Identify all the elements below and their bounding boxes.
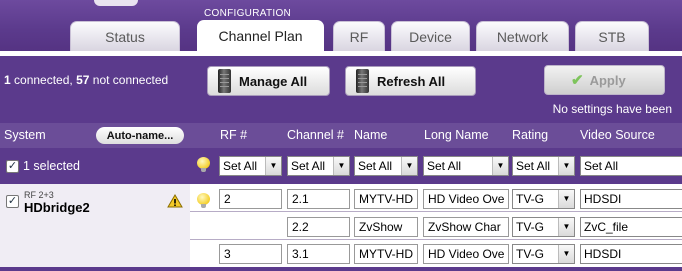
- connected-count: 1: [4, 73, 11, 87]
- video-source-select[interactable]: HDSDI: [580, 189, 682, 209]
- channel-input[interactable]: 2.1: [287, 189, 350, 209]
- logo-fragment: [94, 0, 138, 6]
- chevron-down-icon: ▼: [558, 245, 574, 263]
- apply-label: Apply: [589, 72, 626, 88]
- long-name-input[interactable]: HD Video Ove: [423, 244, 509, 264]
- lightbulb-icon[interactable]: [197, 193, 210, 209]
- manage-all-button[interactable]: Manage All: [207, 66, 330, 96]
- tab-channel-plan[interactable]: Channel Plan: [197, 20, 324, 51]
- set-all-rating-value: Set All: [516, 159, 551, 173]
- chevron-down-icon: ▼: [492, 157, 508, 175]
- top-navigation-bar: CONFIGURATION Status Channel Plan RF Dev…: [0, 0, 682, 51]
- column-system: System: [4, 128, 46, 142]
- rating-select[interactable]: TV-G ▼: [512, 217, 575, 237]
- row-divider: [190, 239, 682, 240]
- select-all-checkbox[interactable]: ✓: [6, 160, 19, 173]
- set-all-video-source-value: Set All: [584, 159, 619, 173]
- apply-button[interactable]: ✔ Apply: [544, 65, 665, 95]
- video-source-select[interactable]: ZvC_file: [580, 217, 682, 237]
- name-input[interactable]: MYTV-HD: [354, 189, 418, 209]
- video-source-value: HDSDI: [584, 247, 622, 261]
- channel-input[interactable]: 2.2: [287, 217, 350, 237]
- set-all-long-name-select[interactable]: Set All ▼: [423, 156, 509, 176]
- chevron-down-icon: ▼: [401, 157, 417, 175]
- connected-text: connected,: [10, 73, 77, 87]
- rf-input[interactable]: 3: [219, 244, 282, 264]
- device-cell: ✓ RF 2+3 HDbridge2: [0, 184, 190, 271]
- set-all-long-name-value: Set All: [427, 159, 462, 173]
- rating-value: TV-G: [516, 247, 545, 261]
- rf-input[interactable]: 2: [219, 189, 282, 209]
- no-settings-message: No settings have been: [552, 102, 672, 116]
- manage-all-label: Manage All: [239, 73, 308, 89]
- section-label: CONFIGURATION: [204, 8, 292, 19]
- long-name-input[interactable]: HD Video Ove: [423, 189, 509, 209]
- tab-device[interactable]: Device: [391, 21, 470, 51]
- set-all-rf-value: Set All: [223, 159, 258, 173]
- chevron-down-icon: ▼: [265, 157, 281, 175]
- action-bar: 1 connected, 57 not connected Manage All…: [0, 56, 682, 123]
- set-all-name-select[interactable]: Set All ▼: [354, 156, 418, 176]
- set-all-rating-select[interactable]: Set All ▼: [512, 156, 575, 176]
- long-name-input[interactable]: ZvShow Char: [423, 217, 509, 237]
- name-input[interactable]: ZvShow: [354, 217, 418, 237]
- not-connected-text: not connected: [89, 73, 169, 87]
- video-source-value: ZvC_file: [584, 220, 629, 234]
- column-rf: RF #: [220, 128, 248, 142]
- server-icon: [356, 69, 369, 93]
- lightbulb-icon[interactable]: [197, 157, 210, 173]
- auto-name-button[interactable]: Auto-name...: [96, 127, 184, 144]
- tab-status[interactable]: Status: [70, 21, 180, 51]
- rating-value: TV-G: [516, 220, 545, 234]
- selected-count-label: 1 selected: [23, 159, 80, 173]
- chevron-down-icon: ▼: [558, 190, 574, 208]
- column-channel: Channel #: [287, 128, 344, 142]
- column-long-name: Long Name: [424, 128, 489, 142]
- chevron-down-icon: ▼: [558, 218, 574, 236]
- column-rating: Rating: [512, 128, 549, 142]
- bulk-edit-row: ✓ 1 selected Set All ▼ Set All ▼ Set All ▼ …: [0, 148, 682, 184]
- refresh-all-button[interactable]: Refresh All: [345, 66, 476, 96]
- rating-select[interactable]: TV-G ▼: [512, 189, 575, 209]
- not-connected-count: 57: [76, 73, 90, 87]
- set-all-name-value: Set All: [358, 159, 393, 173]
- connection-status: 1 connected, 57 not connected: [4, 73, 168, 87]
- device-checkbox[interactable]: ✓: [6, 195, 19, 208]
- device-name: HDbridge2: [24, 200, 90, 215]
- refresh-all-label: Refresh All: [377, 73, 446, 89]
- tab-stb[interactable]: STB: [575, 21, 649, 51]
- rating-select[interactable]: TV-G ▼: [512, 244, 575, 264]
- video-source-select[interactable]: HDSDI: [580, 244, 682, 264]
- tab-rf[interactable]: RF: [333, 21, 385, 51]
- column-name: Name: [354, 128, 388, 142]
- column-header-row: System Auto-name... RF # Channel # Name …: [0, 123, 682, 148]
- device-channel-table: ✓ RF 2+3 HDbridge2 2 2.1 MYTV-HD HD Vide…: [0, 184, 682, 271]
- checkmark-icon: ✔: [571, 72, 584, 89]
- device-rf-label: RF 2+3: [24, 190, 54, 200]
- tab-network[interactable]: Network: [476, 21, 569, 51]
- column-video-source: Video Source: [580, 128, 655, 142]
- name-input[interactable]: MYTV-HD: [354, 244, 418, 264]
- set-all-channel-select[interactable]: Set All ▼: [287, 156, 350, 176]
- row-divider: [190, 211, 682, 212]
- video-source-value: HDSDI: [584, 192, 622, 206]
- channel-input[interactable]: 3.1: [287, 244, 350, 264]
- warning-icon[interactable]: [167, 194, 183, 208]
- rating-value: TV-G: [516, 192, 545, 206]
- chevron-down-icon: ▼: [333, 157, 349, 175]
- set-all-video-source-select[interactable]: Set All: [580, 156, 682, 176]
- server-icon: [218, 69, 231, 93]
- bottom-border: [0, 267, 682, 271]
- set-all-rf-select[interactable]: Set All ▼: [219, 156, 282, 176]
- set-all-channel-value: Set All: [291, 159, 326, 173]
- chevron-down-icon: ▼: [558, 157, 574, 175]
